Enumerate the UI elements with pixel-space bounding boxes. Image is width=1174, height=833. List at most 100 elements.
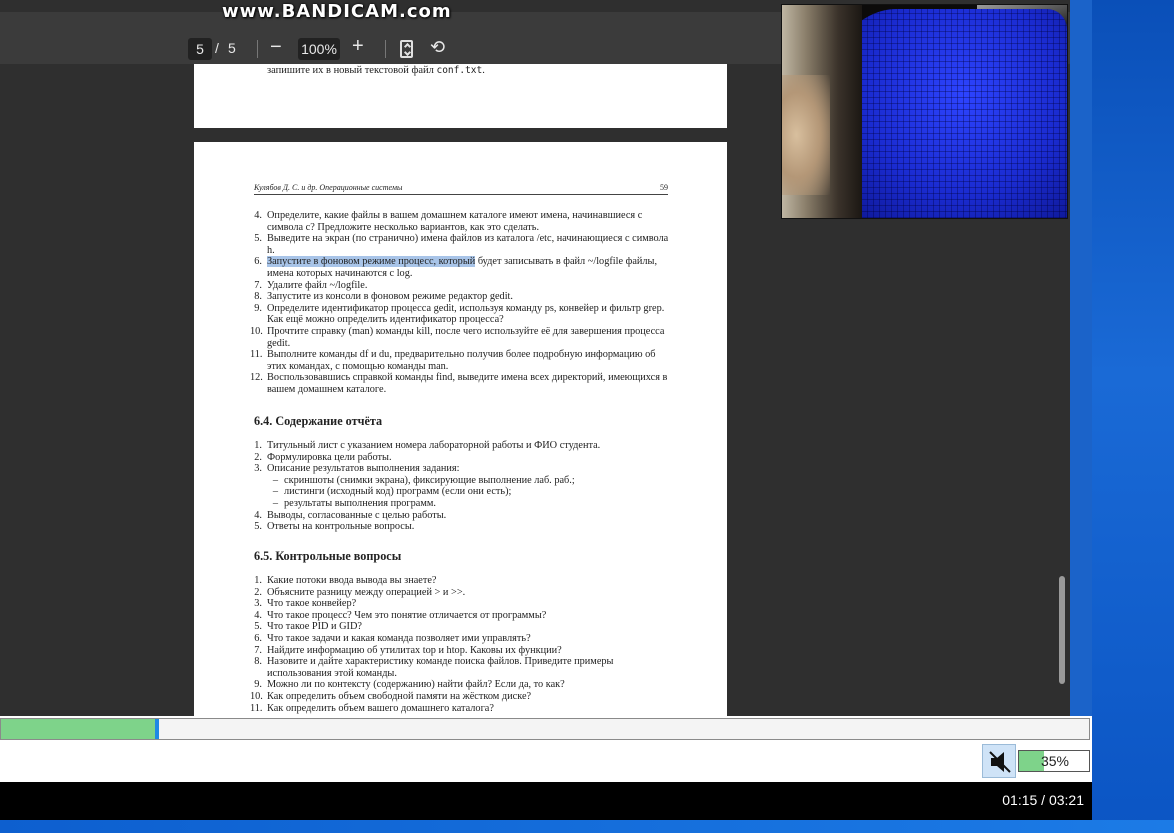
list-item: – результаты выполнения программ. — [250, 498, 670, 510]
list-item: 7. Удалите файл ~/logfile. — [250, 280, 670, 292]
list-item-number: 8. — [254, 656, 262, 668]
list-item: 4. Выводы, согласованные с целью работы. — [250, 510, 670, 522]
list-item: 4. Определите, какие файлы в вашем домашн… — [250, 210, 670, 233]
list-item-text: Что такое задачи и какая команда позволя… — [267, 632, 531, 644]
list-item-text: Удалите файл ~/logfile. — [267, 279, 368, 291]
rotate-icon[interactable]: ⟲ — [430, 37, 445, 58]
list-item: 1. Титульный лист с указанием номера лабо… — [250, 440, 670, 452]
pdf-page: Кулябов Д. С. и др. Операционные системы… — [194, 142, 727, 716]
list-item: 9. Можно ли по контексту (содержанию) най… — [250, 679, 670, 691]
list-item-number: 6. — [254, 632, 262, 644]
webcam-overlay — [781, 4, 1068, 219]
section-heading-report: 6.4. Содержание отчёта — [254, 414, 383, 428]
list-item: 7. Найдите информацию об утилитах top и h… — [250, 645, 670, 657]
list-item-text: листинги (исходный код) программ (если о… — [284, 486, 512, 498]
questions-list: 1. Какие потоки ввода вывода вы знаете? 2.… — [250, 575, 670, 714]
list-item-text: Какие потоки ввода вывода вы знаете? — [267, 575, 437, 586]
list-item-number: 2. — [254, 586, 262, 598]
list-item-number: 5. — [254, 521, 262, 533]
page-number-input[interactable]: 5 — [188, 38, 212, 60]
list-item: – листинги (исходный код) программ (если … — [250, 486, 670, 498]
list-item-text: Объясните разницу между операцией > и >>… — [267, 586, 466, 598]
page-total: 5 — [228, 40, 236, 56]
list-item-text: Определите, какие файлы в вашем домашнем… — [267, 210, 643, 233]
list-item: 6. Что такое задачи и какая команда позво… — [250, 633, 670, 645]
list-item-number: 9. — [254, 302, 262, 314]
list-item-number: 6. — [254, 256, 262, 268]
list-item-text: результаты выполнения программ. — [284, 497, 436, 509]
list-item-number: 8. — [254, 291, 262, 303]
list-item-text: Как определить объем свободной памяти на… — [267, 690, 532, 702]
webcam-pillow — [837, 9, 1067, 218]
toolbar-divider — [257, 40, 258, 58]
list-item-text: Запустите из консоли в фоновом режиме ре… — [267, 291, 513, 303]
list-item-number: 9. — [254, 679, 262, 691]
playback-time: 01:15 / 03:21 — [1002, 792, 1084, 808]
list-item-text: Описание результатов выполнения задания: — [267, 463, 460, 475]
list-item: 3. Описание результатов выполнения задани… — [250, 463, 670, 475]
scrollbar-thumb[interactable] — [1059, 576, 1065, 684]
seek-bar-fill — [1, 719, 156, 739]
zoom-in-button[interactable]: + — [352, 35, 364, 58]
volume-slider[interactable]: 35% — [1018, 750, 1090, 772]
list-item: 10. Прочтите справку (man) команды kill, … — [250, 326, 670, 349]
list-item-text: Прочтите справку (man) команды kill, пос… — [267, 325, 665, 349]
list-item: 1. Какие потоки ввода вывода вы знаете? — [250, 575, 670, 587]
list-item-number: 11. — [250, 349, 263, 361]
list-item: 5. Ответы на контрольные вопросы. — [250, 521, 670, 533]
playback-progress-row — [0, 716, 1092, 742]
list-item-text: Что такое конвейер? — [267, 598, 357, 610]
list-item-number: 4. — [254, 509, 262, 521]
text-selection-highlight[interactable]: Запустите в фоновом режиме процесс, кото… — [267, 256, 476, 268]
list-item-number: – — [272, 486, 278, 498]
bandicam-watermark: www.BANDICAM.com — [222, 1, 452, 22]
toolbar-divider — [385, 40, 386, 58]
list-item-number: 1. — [254, 575, 262, 586]
list-item-text: Что такое процесс? Чем это понятие отлич… — [267, 609, 547, 621]
list-item: 12. Воспользовавшись справкой команды fin… — [250, 372, 670, 395]
list-item-number: 3. — [254, 463, 262, 475]
list-item-text: Что такое PID и GID? — [267, 621, 362, 633]
list-item: – скриншоты (снимки экрана), фиксирующие … — [250, 475, 670, 487]
list-item-text: Выведите на экран (по странично) имена ф… — [267, 233, 669, 256]
list-item: 5. Выведите на экран (по странично) имена… — [250, 233, 670, 256]
list-item-text: Титульный лист с указанием номера лабора… — [267, 440, 601, 451]
page-text-line: запишите их в новый текстовой файл conf.… — [267, 65, 485, 76]
list-item-number: 5. — [254, 621, 262, 633]
list-item-text: Выполните команды df и du, предварительн… — [267, 349, 656, 372]
list-item: 9. Определите идентификатор процесса gedi… — [250, 303, 670, 326]
list-item-number: 4. — [254, 609, 262, 621]
list-item-number: – — [272, 497, 278, 509]
seek-bar-handle[interactable] — [155, 719, 160, 739]
speaker-muted-icon — [989, 751, 1011, 773]
list-item-text: Определите идентификатор процесса gedit,… — [267, 302, 665, 326]
section-heading-questions: 6.5. Контрольные вопросы — [254, 549, 402, 563]
list-item-text: Выводы, согласованные с целью работы. — [267, 509, 447, 521]
list-item: 6. Запустите в фоновом режиме процесс, ко… — [250, 256, 670, 279]
list-item-number: 10. — [250, 325, 263, 337]
seek-bar[interactable] — [0, 718, 1090, 740]
list-item: 2. Формулировка цели работы. — [250, 452, 670, 464]
list-item-number: 4. — [254, 210, 262, 221]
report-list: 1. Титульный лист с указанием номера лабо… — [250, 440, 670, 533]
list-item: 8. Назовите и дайте характеристику команд… — [250, 656, 670, 679]
zoom-out-button[interactable]: − — [270, 36, 282, 59]
list-item: 5. Что такое PID и GID? — [250, 621, 670, 633]
zoom-level-input[interactable]: 100% — [298, 38, 340, 60]
list-item-number: 11. — [250, 702, 263, 714]
list-item: 4. Что такое процесс? Чем это понятие отл… — [250, 610, 670, 622]
list-item: 11. Выполните команды df и du, предварите… — [250, 349, 670, 372]
list-item-number: 3. — [254, 598, 262, 610]
mute-button[interactable] — [982, 744, 1016, 778]
list-item-text: Назовите и дайте характеристику команде … — [267, 656, 614, 679]
webcam-person-face — [782, 75, 830, 195]
page-separator: / — [215, 40, 219, 56]
list-item-text: Можно ли по контексту (содержанию) найти… — [267, 679, 565, 691]
list-item-number: 7. — [254, 644, 262, 656]
fit-to-page-icon[interactable] — [400, 40, 413, 58]
list-item-number: 7. — [254, 279, 262, 291]
list-item-text: Найдите информацию об утилитах top и hto… — [267, 644, 562, 656]
list-item-number: 2. — [254, 451, 262, 463]
task-list: 4. Определите, какие файлы в вашем домашн… — [250, 210, 670, 396]
list-item-text: скриншоты (снимки экрана), фиксирующие в… — [284, 474, 575, 486]
